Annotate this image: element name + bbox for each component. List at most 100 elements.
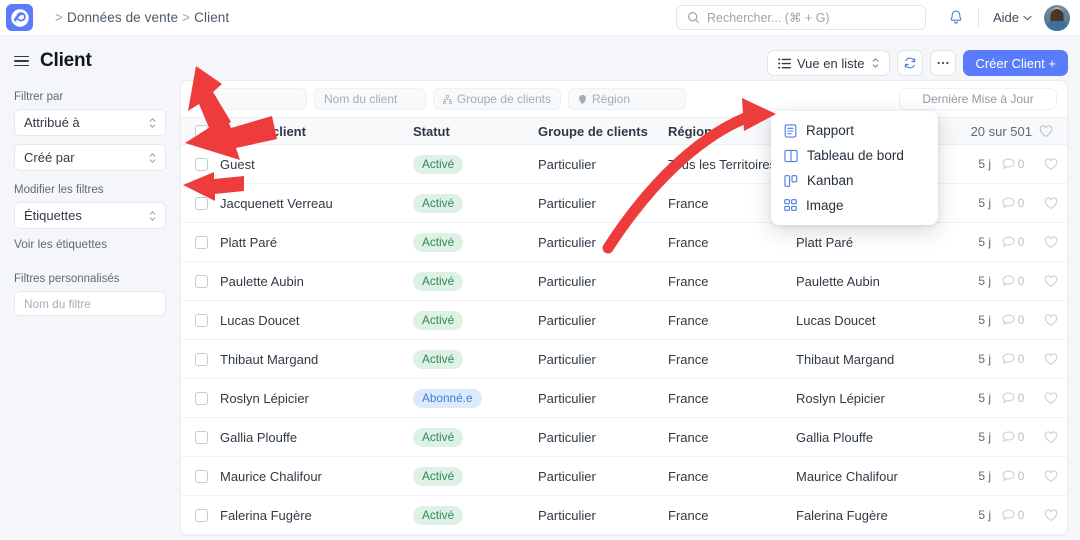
row-checkbox[interactable] xyxy=(195,470,208,483)
cell-favorite[interactable] xyxy=(1035,431,1067,444)
breadcrumb-item-sales-data[interactable]: Données de vente xyxy=(67,10,178,25)
row-checkbox[interactable] xyxy=(195,392,208,405)
cell-favorite[interactable] xyxy=(1035,470,1067,483)
cell-status: Activé xyxy=(413,428,538,447)
cell-client-name: Platt Paré xyxy=(208,235,413,250)
column-header-name[interactable]: Nom du client xyxy=(208,124,413,139)
row-checkbox[interactable] xyxy=(195,236,208,249)
dropdown-item-kanban[interactable]: Kanban xyxy=(771,168,938,193)
assigned-to-select[interactable]: Attribué à xyxy=(14,109,166,136)
region-filter-placeholder: Région xyxy=(592,92,630,106)
filter-name-input[interactable]: Nom du filtre xyxy=(14,291,166,316)
cell-comments[interactable]: 0 xyxy=(991,469,1035,483)
row-checkbox[interactable] xyxy=(195,158,208,171)
view-mode-dropdown: Rapport Tableau de bord Kanban xyxy=(771,111,938,225)
comment-icon xyxy=(1002,275,1015,287)
cell-client-name: Roslyn Lépicier xyxy=(208,391,413,406)
table-row[interactable]: Gallia PlouffeActivéParticulierFranceGal… xyxy=(181,418,1067,457)
top-navbar: >Données de vente>Client Rechercher... (… xyxy=(0,0,1080,36)
create-client-button[interactable]: Créer Client + xyxy=(963,50,1068,76)
breadcrumb-sep-1: > xyxy=(55,10,63,25)
cell-comments[interactable]: 0 xyxy=(991,235,1035,249)
view-mode-button[interactable]: Vue en liste xyxy=(767,50,890,76)
cell-owner: Thibaut Margand xyxy=(796,352,957,367)
cell-favorite[interactable] xyxy=(1035,197,1067,210)
cell-comments[interactable]: 0 xyxy=(991,508,1035,522)
status-badge: Abonné.e xyxy=(413,389,482,408)
table-row[interactable]: Falerina FugèreActivéParticulierFranceFa… xyxy=(181,496,1067,535)
cell-comments[interactable]: 0 xyxy=(991,313,1035,327)
breadcrumb-item-client[interactable]: Client xyxy=(194,10,229,25)
help-menu[interactable]: Aide xyxy=(993,10,1032,25)
search-icon xyxy=(687,11,700,24)
table-row[interactable]: Maurice ChalifourActivéParticulierFrance… xyxy=(181,457,1067,496)
cell-client-name: Paulette Aubin xyxy=(208,274,413,289)
page-title-row: Client xyxy=(14,36,166,78)
column-header-group[interactable]: Groupe de clients xyxy=(538,124,668,139)
cell-comments[interactable]: 0 xyxy=(991,274,1035,288)
cell-status: Activé xyxy=(413,233,538,252)
search-input[interactable]: Rechercher... (⌘ + G) xyxy=(676,5,926,30)
cell-client-group: Particulier xyxy=(538,430,668,445)
refresh-button[interactable] xyxy=(897,50,923,76)
dropdown-item-kanban-label: Kanban xyxy=(807,173,854,188)
navbar-divider xyxy=(978,8,979,27)
avatar[interactable] xyxy=(1044,5,1070,31)
app-logo-icon[interactable] xyxy=(6,4,33,31)
cell-favorite[interactable] xyxy=(1035,353,1067,366)
cell-region: France xyxy=(668,469,796,484)
row-checkbox[interactable] xyxy=(195,353,208,366)
id-filter[interactable]: ID xyxy=(195,88,307,110)
cell-status: Activé xyxy=(413,272,538,291)
created-by-select[interactable]: Créé par xyxy=(14,144,166,171)
tags-select[interactable]: Étiquettes xyxy=(14,202,166,229)
cell-client-group: Particulier xyxy=(538,196,668,211)
view-tags-link[interactable]: Voir les étiquettes xyxy=(14,237,166,251)
dropdown-item-image[interactable]: Image xyxy=(771,193,938,218)
more-options-button[interactable] xyxy=(930,50,956,76)
cell-comments[interactable]: 0 xyxy=(991,196,1035,210)
row-checkbox[interactable] xyxy=(195,275,208,288)
cell-favorite[interactable] xyxy=(1035,158,1067,171)
dropdown-item-rapport[interactable]: Rapport xyxy=(771,118,938,143)
table-row[interactable]: Roslyn LépicierAbonné.eParticulierFrance… xyxy=(181,379,1067,418)
chevron-down-icon xyxy=(1023,15,1032,21)
cell-comments[interactable]: 0 xyxy=(991,352,1035,366)
cell-client-name: Lucas Doucet xyxy=(208,313,413,328)
region-filter[interactable]: Région xyxy=(568,88,686,110)
select-all-checkbox[interactable] xyxy=(195,125,208,138)
row-checkbox[interactable] xyxy=(195,509,208,522)
client-name-filter[interactable]: Nom du client xyxy=(314,88,426,110)
row-checkbox[interactable] xyxy=(195,197,208,210)
cell-favorite[interactable] xyxy=(1035,236,1067,249)
bell-icon[interactable] xyxy=(948,9,964,26)
table-row[interactable]: Thibaut MargandActivéParticulierFranceTh… xyxy=(181,340,1067,379)
column-header-status[interactable]: Statut xyxy=(413,124,538,139)
report-icon xyxy=(784,124,797,138)
search-placeholder-text: Rechercher... (⌘ + G) xyxy=(707,10,830,25)
client-group-filter-placeholder: Groupe de clients xyxy=(457,92,551,106)
cell-favorite[interactable] xyxy=(1035,275,1067,288)
filter-name-placeholder: Nom du filtre xyxy=(24,297,91,311)
last-updated-filter[interactable]: Dernière Mise à Jour xyxy=(899,88,1057,110)
row-checkbox[interactable] xyxy=(195,431,208,444)
dropdown-item-tableau-de-bord[interactable]: Tableau de bord xyxy=(771,143,938,168)
tags-label: Étiquettes xyxy=(24,208,82,223)
cell-comments[interactable]: 0 xyxy=(991,391,1035,405)
row-checkbox[interactable] xyxy=(195,314,208,327)
heart-icon xyxy=(1044,392,1058,405)
client-group-filter[interactable]: Groupe de clients xyxy=(433,88,561,110)
table-row[interactable]: Lucas DoucetActivéParticulierFranceLucas… xyxy=(181,301,1067,340)
cell-comments[interactable]: 0 xyxy=(991,157,1035,171)
cell-favorite[interactable] xyxy=(1035,509,1067,522)
cell-client-name: Guest xyxy=(208,157,413,172)
cell-comments[interactable]: 0 xyxy=(991,430,1035,444)
cell-favorite[interactable] xyxy=(1035,392,1067,405)
cell-favorite[interactable] xyxy=(1035,314,1067,327)
hamburger-icon[interactable] xyxy=(14,56,29,67)
status-badge: Activé xyxy=(413,467,463,486)
page-body: Client Filtrer par Attribué à Créé par M… xyxy=(0,36,1080,540)
table-row[interactable]: Platt ParéActivéParticulierFrancePlatt P… xyxy=(181,223,1067,262)
heart-icon[interactable] xyxy=(1039,125,1053,138)
table-row[interactable]: Paulette AubinActivéParticulierFrancePau… xyxy=(181,262,1067,301)
